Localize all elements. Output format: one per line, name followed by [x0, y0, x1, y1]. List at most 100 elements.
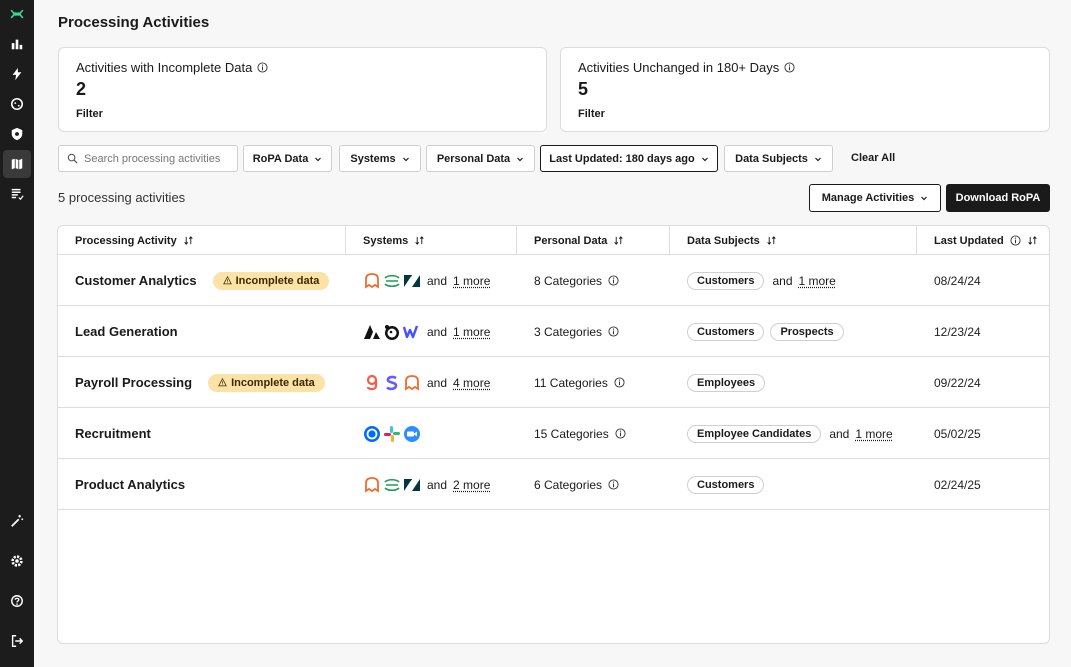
logo-icon[interactable]	[3, 0, 31, 28]
search-input[interactable]	[84, 152, 234, 165]
and-text: and	[829, 426, 850, 441]
and-text: and	[427, 375, 448, 390]
header-systems[interactable]: Systems	[346, 226, 517, 255]
segment-icon	[363, 476, 381, 494]
analytics-icon[interactable]	[3, 30, 31, 58]
warning-icon	[218, 378, 227, 387]
map-icon[interactable]	[3, 150, 31, 178]
personal-data-count: 8 Categories	[534, 273, 603, 288]
sigma-icon	[383, 272, 401, 290]
card-label-text: Activities Unchanged in 180+ Days	[578, 60, 780, 75]
chevron-down-icon	[701, 155, 709, 163]
card-filter-link[interactable]: Filter	[76, 108, 529, 120]
table-row[interactable]: Customer Analytics Incomplete data and 1 m…	[58, 255, 1049, 306]
and-text: and	[427, 324, 448, 339]
systems-more-link[interactable]: 1 more	[453, 325, 490, 339]
filter-data-subjects[interactable]: Data Subjects	[724, 145, 833, 172]
info-icon[interactable]	[614, 377, 625, 388]
activity-count: 5 processing activities	[58, 190, 186, 205]
cookie-icon[interactable]	[3, 90, 31, 118]
cell-activity: Product Analytics	[58, 459, 346, 510]
sort-icon[interactable]	[766, 235, 777, 246]
sort-icon[interactable]	[183, 235, 194, 246]
calendly-icon	[363, 425, 381, 443]
magic-wand-icon[interactable]	[3, 507, 31, 535]
filter-ropa-data[interactable]: RoPA Data	[243, 145, 332, 172]
systems-more-link[interactable]: 4 more	[453, 376, 490, 390]
activity-name[interactable]: Payroll Processing	[75, 375, 192, 390]
logout-icon[interactable]	[3, 627, 31, 655]
cell-systems: and 4 more	[346, 357, 517, 408]
table-row[interactable]: Recruitment 15 Categories Employee Candi…	[58, 408, 1049, 459]
info-icon[interactable]	[257, 62, 268, 73]
cell-personal-data: 3 Categories	[517, 306, 670, 357]
info-icon[interactable]	[784, 62, 795, 73]
table-row[interactable]: Lead Generation and 1 more 3 Categories C…	[58, 306, 1049, 357]
download-ropa-button[interactable]: Download RoPA	[946, 184, 1050, 212]
info-icon[interactable]	[608, 479, 619, 490]
sort-icon[interactable]	[414, 235, 425, 246]
header-activity[interactable]: Processing Activity	[58, 226, 346, 255]
system-icons	[363, 476, 421, 494]
info-icon[interactable]	[1010, 235, 1021, 246]
activity-name[interactable]: Product Analytics	[75, 477, 185, 492]
search-box[interactable]	[58, 145, 238, 172]
sort-icon[interactable]	[1027, 235, 1038, 246]
subjects-more-link[interactable]: 1 more	[799, 274, 836, 288]
gear-icon[interactable]	[3, 547, 31, 575]
cell-last-updated: 12/23/24	[917, 306, 1049, 357]
cell-activity: Recruitment	[58, 408, 346, 459]
cell-last-updated: 08/24/24	[917, 255, 1049, 306]
filter-systems[interactable]: Systems	[339, 145, 421, 172]
help-icon[interactable]	[3, 587, 31, 615]
data-subject-chip: Prospects	[770, 322, 844, 341]
filter-last-updated[interactable]: Last Updated: 180 days ago	[540, 145, 718, 172]
cell-last-updated: 09/22/24	[917, 357, 1049, 408]
card-filter-link[interactable]: Filter	[578, 108, 1032, 120]
header-personal-data[interactable]: Personal Data	[517, 226, 670, 255]
systems-more-link[interactable]: 2 more	[453, 478, 490, 492]
stripe-icon	[383, 374, 401, 392]
cell-personal-data: 11 Categories	[517, 357, 670, 408]
gusto-icon	[363, 374, 381, 392]
system-icons	[363, 425, 421, 443]
info-icon[interactable]	[608, 275, 619, 286]
clear-all-button[interactable]: Clear All	[851, 152, 895, 164]
data-subject-chip: Customers	[687, 322, 765, 341]
last-updated-date: 09/22/24	[934, 375, 981, 390]
card-count: 5	[578, 79, 589, 99]
systems-more-link[interactable]: 1 more	[453, 274, 490, 288]
sigma-icon	[383, 476, 401, 494]
card-count: 2	[76, 79, 87, 99]
shield-icon[interactable]	[3, 120, 31, 148]
zendesk-icon	[403, 272, 421, 290]
incomplete-data-badge: Incomplete data	[212, 271, 330, 290]
cell-last-updated: 02/24/25	[917, 459, 1049, 510]
header-data-subjects[interactable]: Data Subjects	[670, 226, 917, 255]
cell-personal-data: 8 Categories	[517, 255, 670, 306]
filter-personal-data[interactable]: Personal Data	[426, 145, 535, 172]
document-list-icon[interactable]	[3, 180, 31, 208]
lightning-icon[interactable]	[3, 60, 31, 88]
info-icon[interactable]	[615, 428, 626, 439]
subjects-more-link[interactable]: 1 more	[855, 427, 892, 441]
header-last-updated[interactable]: Last Updated	[917, 226, 1049, 255]
cell-data-subjects: Customers Prospects	[670, 306, 917, 357]
apollo-icon	[363, 323, 381, 341]
last-updated-date: 05/02/25	[934, 426, 981, 441]
cell-systems: and 1 more	[346, 255, 517, 306]
info-icon[interactable]	[608, 326, 619, 337]
sort-icon[interactable]	[613, 235, 624, 246]
table-row[interactable]: Product Analytics and 2 more 6 Categories…	[58, 459, 1049, 510]
zendesk-icon	[403, 476, 421, 494]
last-updated-date: 12/23/24	[934, 324, 981, 339]
activity-name[interactable]: Lead Generation	[75, 324, 178, 339]
data-subject-chip: Employee Candidates	[687, 424, 822, 443]
manage-activities-button[interactable]: Manage Activities	[809, 184, 941, 212]
cell-data-subjects: Customers and 1 more	[670, 255, 917, 306]
cell-last-updated: 05/02/25	[917, 408, 1049, 459]
activity-name[interactable]: Recruitment	[75, 426, 151, 441]
and-text: and	[772, 273, 793, 288]
activity-name[interactable]: Customer Analytics	[75, 273, 197, 288]
table-row[interactable]: Payroll Processing Incomplete data and 4 m…	[58, 357, 1049, 408]
